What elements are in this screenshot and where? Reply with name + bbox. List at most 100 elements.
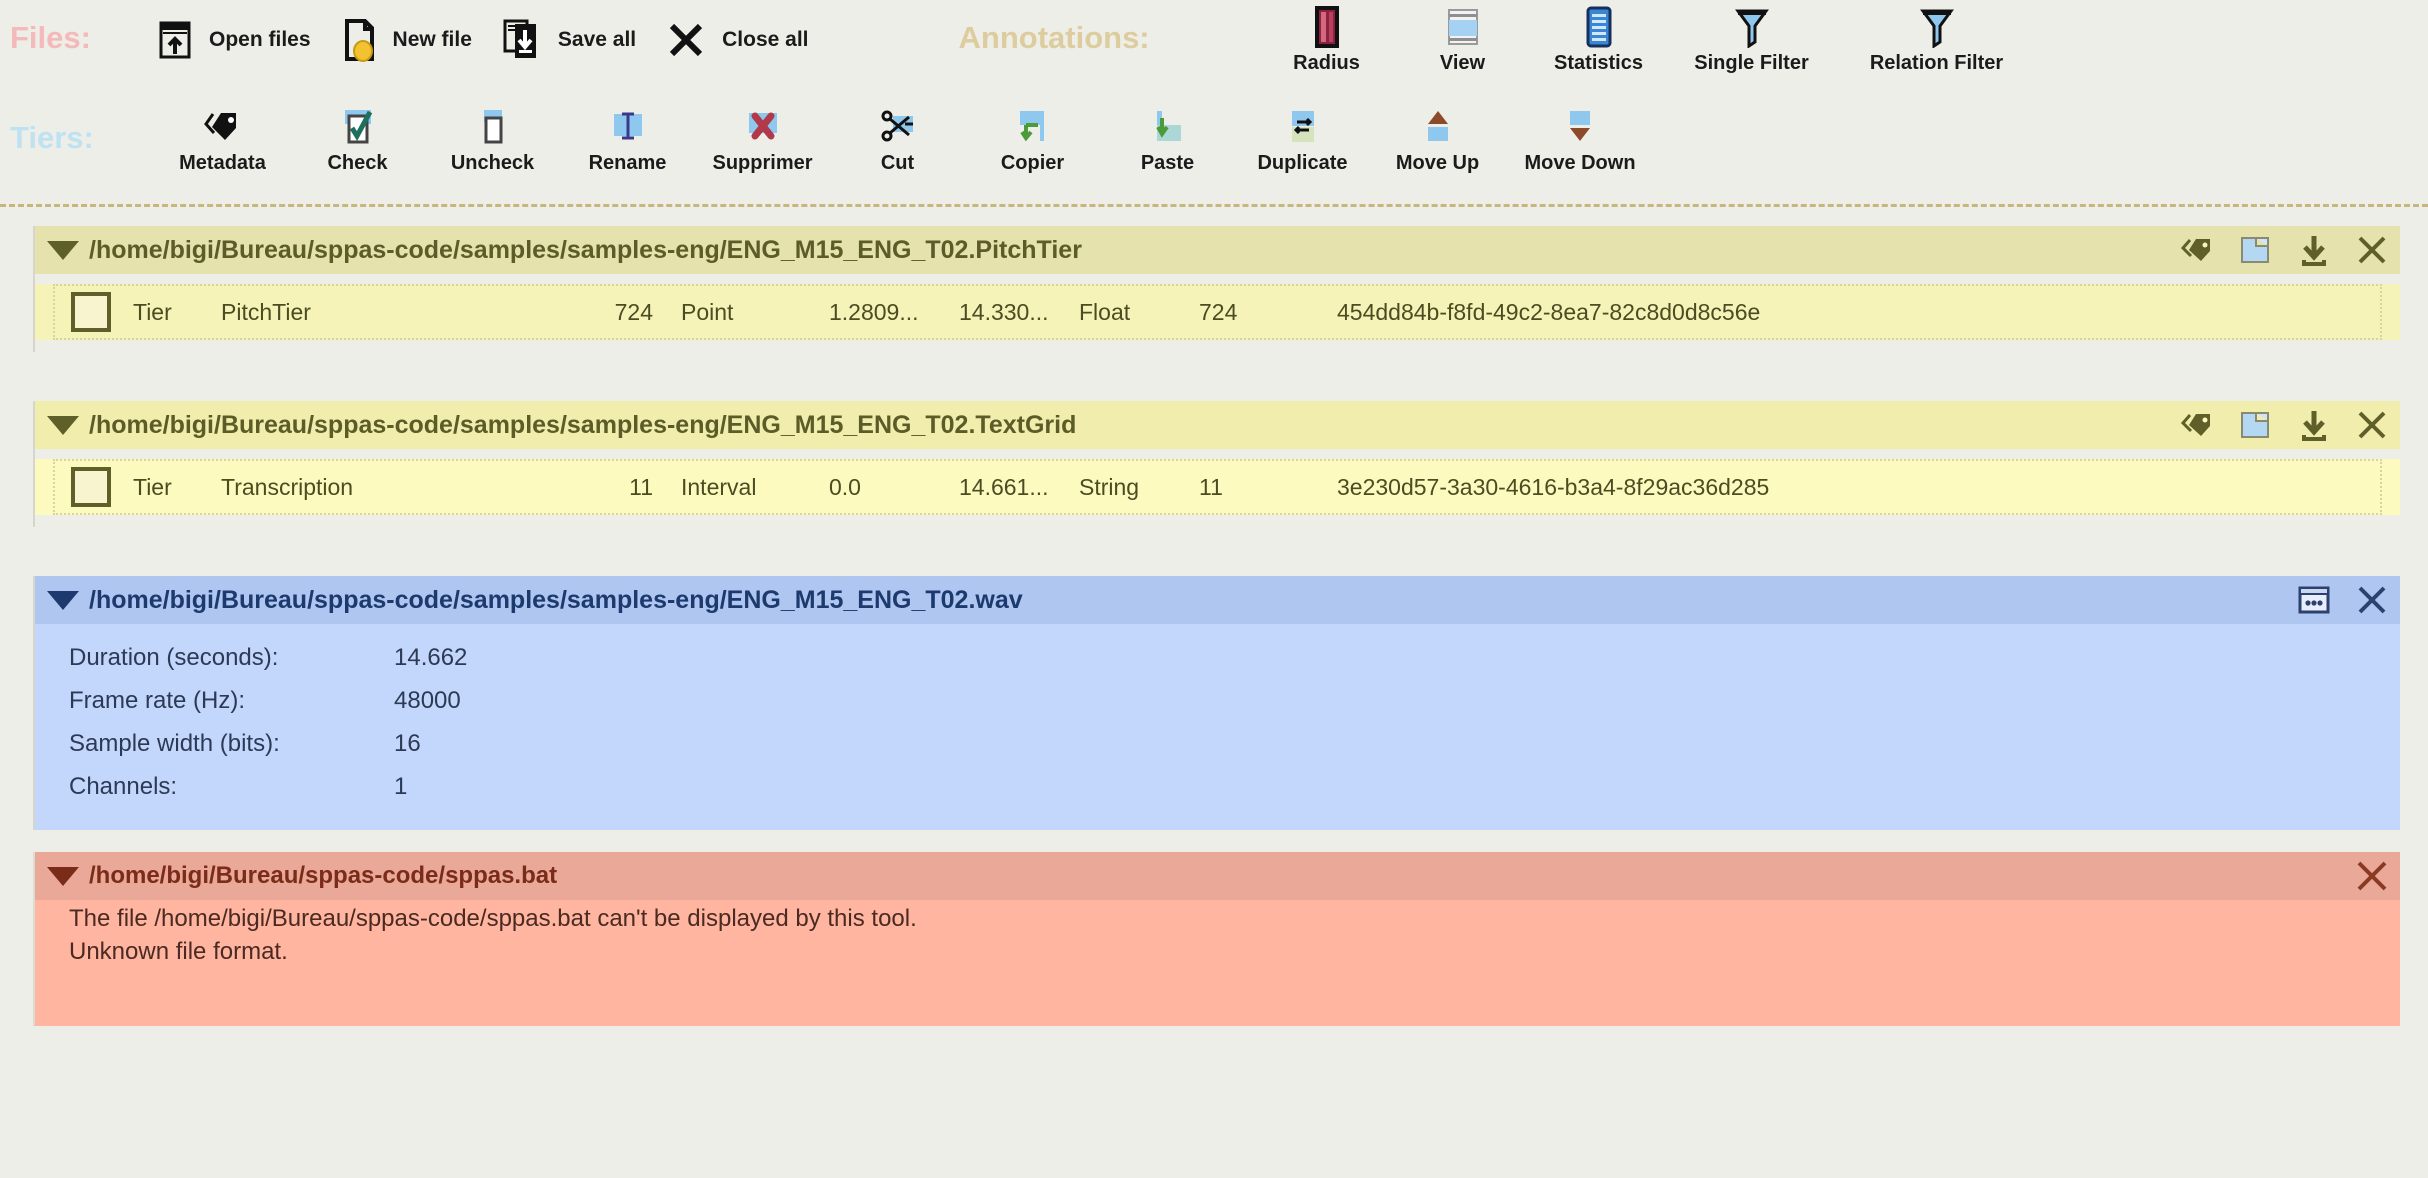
tier-name: Transcription [221, 473, 354, 500]
view-label: View [1439, 52, 1486, 74]
copy-icon[interactable] [2238, 232, 2274, 268]
open-files-icon [155, 19, 195, 61]
close-icon[interactable] [2354, 232, 2390, 268]
tier-count: 11 [629, 473, 653, 500]
audio-property-value: 48000 [394, 686, 461, 714]
tier-points: 11 [1199, 473, 1223, 500]
files-section-label: Files: [10, 20, 91, 55]
duplicate-label: Duplicate [1257, 152, 1348, 174]
audio-property-key: Duration (seconds): [69, 643, 279, 671]
delete-label: Supprimer [712, 152, 813, 174]
audio-property-value: 1 [394, 772, 408, 800]
close-all-button[interactable]: Close all [664, 0, 809, 80]
file-panel-wav: /home/bigi/Bureau/sppas-code/samples/sam… [33, 576, 2400, 830]
panel-body-wav: Duration (seconds): 14.662 Frame rate (H… [35, 624, 2400, 830]
tier-kind: Interval [681, 473, 757, 500]
panel-header-pitchtier[interactable]: /home/bigi/Bureau/sppas-code/samples/sam… [35, 226, 2400, 274]
audio-property-key: Frame rate (Hz): [69, 686, 246, 714]
file-panel-textgrid: /home/bigi/Bureau/sppas-code/samples/sam… [33, 401, 2400, 527]
collapse-triangle-icon[interactable] [47, 415, 79, 435]
file-path-error: /home/bigi/Bureau/sppas-code/sppas.bat [89, 862, 558, 889]
panel-header-actions-pitchtier [2180, 226, 2390, 274]
collapse-triangle-icon[interactable] [47, 240, 79, 260]
tier-id: 454dd84b-f8fd-49c2-8ea7-82c8d0d8c56e [1337, 298, 1761, 325]
panel-header-actions-error [2354, 852, 2390, 900]
save-all-button[interactable]: Save all [500, 0, 636, 80]
settings-window-icon[interactable] [2296, 582, 2332, 618]
toolbar-row-tiers: Tiers: Metadata Check Uncheck Rename Sup… [0, 100, 2428, 200]
audio-property-row: Channels: 1 [35, 765, 2400, 808]
tier-name: PitchTier [221, 298, 311, 325]
tier-row[interactable]: Tier Transcription 11 Interval 0.0 14.66… [53, 459, 2382, 515]
tiers-section-label: Tiers: [10, 120, 94, 155]
tier-count: 724 [614, 298, 653, 325]
copy-button[interactable]: Copier [965, 100, 1100, 175]
metadata-tag-icon[interactable] [2180, 407, 2216, 443]
single-filter-icon [1733, 6, 1771, 48]
tier-value-type: Float [1079, 298, 1131, 325]
tier-checkbox[interactable] [71, 467, 111, 507]
copy-icon [1014, 106, 1052, 148]
metadata-icon [203, 106, 243, 148]
move-down-button[interactable]: Move Down [1505, 100, 1655, 175]
audio-property-row: Duration (seconds): 14.662 [35, 636, 2400, 679]
tier-type: Tier [133, 473, 172, 500]
tier-checkbox[interactable] [71, 292, 111, 332]
tier-begin: 1.2809... [829, 298, 919, 325]
file-path-pitchtier: /home/bigi/Bureau/sppas-code/samples/sam… [89, 235, 1082, 264]
panel-header-error[interactable]: /home/bigi/Bureau/sppas-code/sppas.bat [35, 852, 2400, 900]
copy-icon[interactable] [2238, 407, 2274, 443]
audio-property-key: Channels: [69, 772, 178, 800]
move-up-icon [1420, 106, 1456, 148]
metadata-tag-icon[interactable] [2180, 232, 2216, 268]
relation-filter-button[interactable]: Relation Filter [1837, 0, 2037, 75]
panel-header-wav[interactable]: /home/bigi/Bureau/sppas-code/samples/sam… [35, 576, 2400, 624]
move-down-label: Move Down [1524, 152, 1636, 174]
new-file-button[interactable]: New file [339, 0, 472, 80]
check-button[interactable]: Check [290, 100, 425, 175]
paste-button[interactable]: Paste [1100, 100, 1235, 175]
view-button[interactable]: View [1395, 0, 1531, 75]
statistics-button[interactable]: Statistics [1531, 0, 1667, 75]
collapse-triangle-icon[interactable] [47, 590, 79, 610]
toolbar: Files: Open files New file Save all Clos… [0, 0, 2428, 216]
delete-icon [744, 106, 782, 148]
uncheck-button[interactable]: Uncheck [425, 100, 560, 175]
close-all-icon [664, 19, 708, 61]
download-icon[interactable] [2296, 407, 2332, 443]
audio-property-row: Frame rate (Hz): 48000 [35, 679, 2400, 722]
single-filter-label: Single Filter [1694, 52, 1809, 74]
close-icon[interactable] [2354, 582, 2390, 618]
panel-header-textgrid[interactable]: /home/bigi/Bureau/sppas-code/samples/sam… [35, 401, 2400, 449]
delete-button[interactable]: Supprimer [695, 100, 830, 175]
audio-property-row: Sample width (bits): 16 [35, 722, 2400, 765]
paste-label: Paste [1140, 152, 1195, 174]
file-path-textgrid: /home/bigi/Bureau/sppas-code/samples/sam… [89, 410, 1077, 439]
tier-row[interactable]: Tier PitchTier 724 Point 1.2809... 14.33… [53, 284, 2382, 340]
open-files-label: Open files [209, 28, 311, 51]
save-all-icon [500, 19, 544, 61]
move-up-button[interactable]: Move Up [1370, 100, 1505, 175]
metadata-button[interactable]: Metadata [155, 100, 290, 175]
radius-label: Radius [1293, 52, 1360, 74]
tier-id: 3e230d57-3a30-4616-b3a4-8f29ac36d285 [1337, 473, 1770, 500]
rename-icon [610, 106, 646, 148]
open-files-button[interactable]: Open files [155, 0, 311, 80]
uncheck-icon [475, 106, 511, 148]
close-icon[interactable] [2354, 858, 2390, 894]
error-message-line-2: Unknown file format. [69, 938, 288, 966]
file-panels-container: /home/bigi/Bureau/sppas-code/samples/sam… [0, 216, 2428, 1178]
view-icon [1445, 6, 1481, 48]
cut-button[interactable]: Cut [830, 100, 965, 175]
panel-body-error: The file /home/bigi/Bureau/sppas-code/sp… [35, 900, 2400, 1027]
single-filter-button[interactable]: Single Filter [1667, 0, 1837, 75]
rename-button[interactable]: Rename [560, 100, 695, 175]
radius-button[interactable]: Radius [1259, 0, 1395, 75]
panel-header-actions-wav [2296, 576, 2390, 624]
duplicate-button[interactable]: Duplicate [1235, 100, 1370, 175]
collapse-triangle-icon[interactable] [47, 866, 79, 886]
cut-icon [879, 106, 917, 148]
close-icon[interactable] [2354, 407, 2390, 443]
download-icon[interactable] [2296, 232, 2332, 268]
tier-kind: Point [681, 298, 734, 325]
